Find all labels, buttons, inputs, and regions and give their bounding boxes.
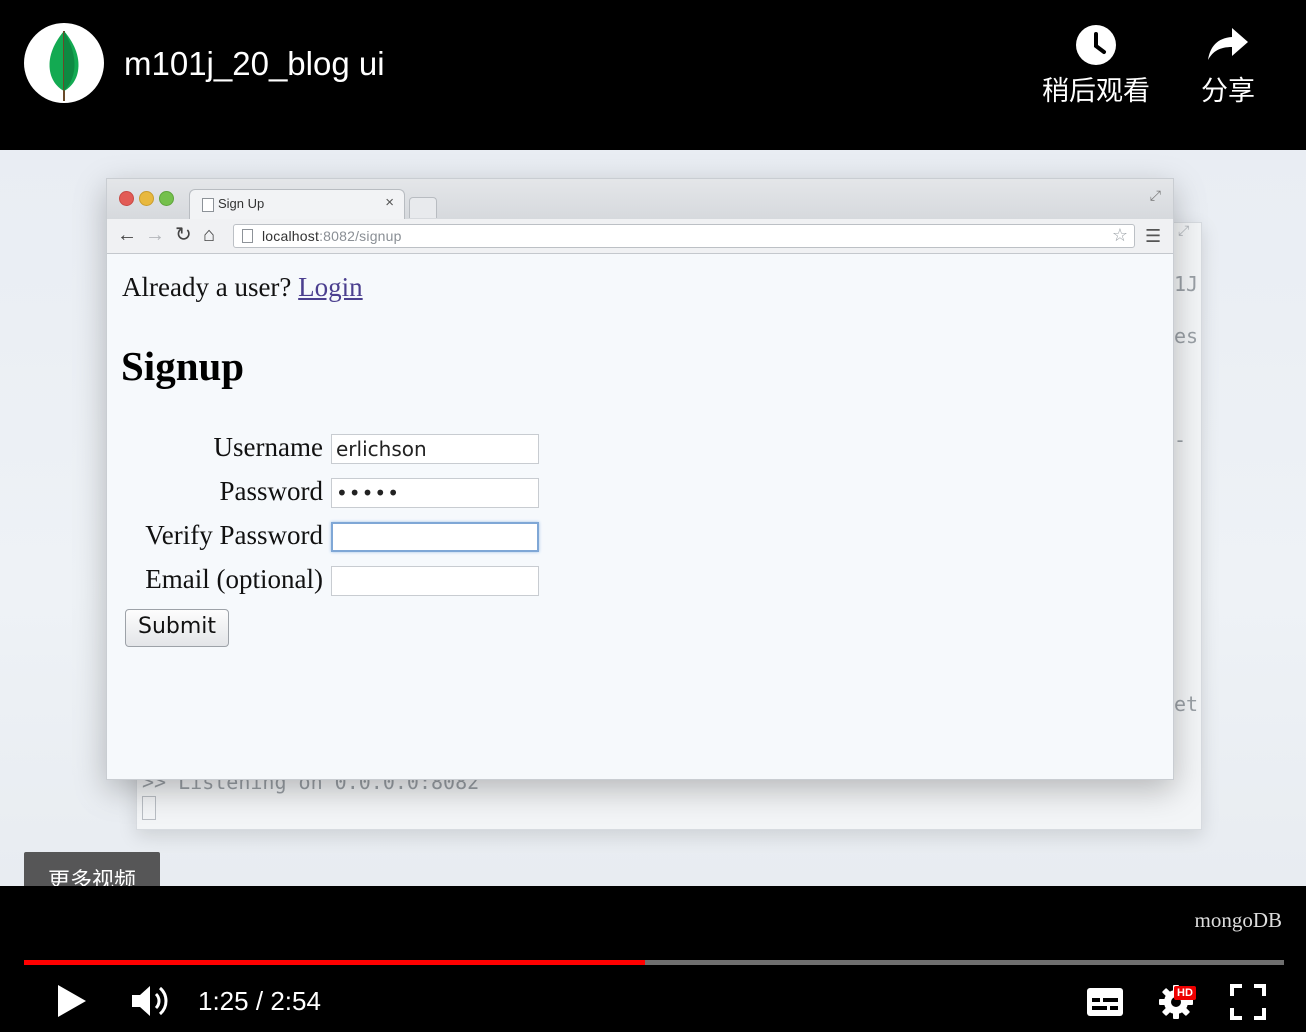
video-frame[interactable]: ⤢ 1J es - et >> Listening on 0.0.0.0:808…	[0, 150, 1306, 886]
minimize-window-button[interactable]	[139, 191, 154, 206]
submit-button[interactable]: Submit	[125, 609, 230, 647]
mongodb-watermark: mongoDB	[1194, 908, 1282, 932]
username-input[interactable]: erlichson	[331, 434, 539, 464]
terminal-text-fragment: 1J	[1174, 272, 1199, 296]
player-controls: mongoDB 1:25 / 2:54 HD	[0, 886, 1306, 1032]
email-input[interactable]	[331, 566, 539, 596]
terminal-resize-icon: ⤢	[1178, 222, 1190, 238]
fullscreen-icon[interactable]	[1230, 984, 1266, 1020]
reload-icon[interactable]: ↻	[175, 225, 192, 245]
terminal-text-fragment: -	[1174, 428, 1187, 452]
hd-badge: HD	[1174, 986, 1196, 1000]
browser-tab-signup[interactable]: Sign Up ×	[189, 189, 405, 220]
signup-page: Already a user? Login Signup Username er…	[107, 254, 1173, 779]
player-top-bar: m101j_20_blog ui 稍后观看 分享	[0, 0, 1306, 150]
video-title[interactable]: m101j_20_blog ui	[124, 44, 385, 84]
progress-played	[24, 960, 646, 965]
watch-later-label: 稍后观看	[1042, 76, 1150, 107]
page-icon	[242, 229, 253, 243]
tab-title: Sign Up	[218, 196, 265, 211]
password-label: Password	[219, 476, 323, 506]
already-user-text: Already a user?	[122, 272, 292, 302]
volume-icon[interactable]	[130, 982, 172, 1020]
browser-menu-icon[interactable]: ☰	[1145, 226, 1161, 247]
progress-bar[interactable]	[24, 960, 1284, 965]
back-arrow-icon[interactable]: ←	[117, 225, 137, 245]
clock-icon	[1076, 25, 1116, 65]
password-input[interactable]: •••••	[331, 478, 539, 508]
subtitles-icon[interactable]	[1086, 986, 1124, 1018]
watch-later-button[interactable]: 稍后观看	[1038, 24, 1154, 108]
username-label: Username	[213, 432, 323, 462]
browser-toolbar: ← → ↻ ⌂ localhost:8082/signup ☆ ☰	[107, 219, 1173, 254]
browser-window: Sign Up × ⤢ ← → ↻ ⌂ localhost:8082/signu…	[106, 178, 1174, 780]
time-separator: /	[255, 986, 264, 1016]
more-videos-button[interactable]: 更多视频	[24, 852, 160, 886]
login-link[interactable]: Login	[298, 272, 363, 302]
time-display: 1:25 / 2:54	[198, 986, 321, 1017]
url-path: :8082/signup	[319, 228, 402, 244]
channel-avatar[interactable]	[24, 23, 104, 103]
fullscreen-window-icon[interactable]: ⤢	[1150, 187, 1161, 204]
home-icon[interactable]: ⌂	[203, 225, 215, 245]
current-time: 1:25	[198, 986, 249, 1016]
terminal-text-fragment: es	[1174, 324, 1199, 348]
share-button[interactable]: 分享	[1196, 24, 1260, 108]
terminal-cursor	[142, 796, 156, 820]
forward-arrow-icon[interactable]: →	[145, 225, 165, 245]
total-time: 2:54	[270, 986, 321, 1016]
share-label: 分享	[1201, 76, 1255, 107]
page-title: Signup	[121, 343, 245, 389]
bookmark-star-icon[interactable]: ☆	[1112, 225, 1128, 246]
close-window-button[interactable]	[119, 191, 134, 206]
address-bar[interactable]: localhost:8082/signup ☆	[233, 224, 1135, 248]
new-tab-button[interactable]	[409, 197, 437, 218]
browser-tab-strip: Sign Up × ⤢	[107, 179, 1173, 220]
tab-close-icon[interactable]: ×	[385, 194, 394, 211]
url-text: localhost:8082/signup	[262, 228, 402, 244]
page-icon	[202, 198, 214, 212]
verify-password-input[interactable]	[331, 522, 539, 552]
terminal-text-fragment: et	[1174, 692, 1199, 716]
url-host: localhost	[262, 228, 320, 244]
play-icon[interactable]	[54, 982, 88, 1020]
mongodb-leaf-icon	[49, 30, 79, 101]
verify-password-label: Verify Password	[145, 520, 323, 550]
share-arrow-icon	[1208, 28, 1248, 60]
already-user-line: Already a user? Login	[122, 272, 363, 303]
zoom-window-button[interactable]	[159, 191, 174, 206]
email-label: Email (optional)	[145, 564, 323, 594]
